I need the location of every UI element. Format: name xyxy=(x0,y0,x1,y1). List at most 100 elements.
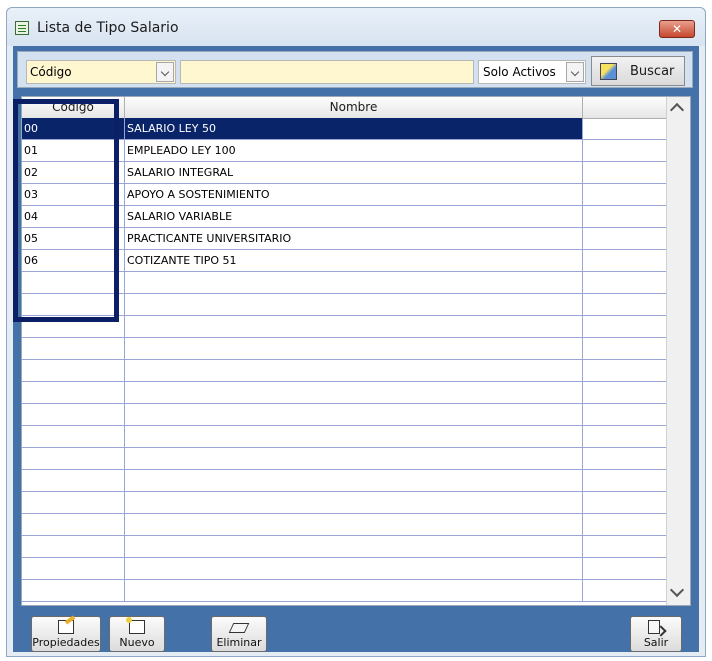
scroll-up-icon[interactable] xyxy=(669,102,685,118)
nuevo-button[interactable]: Nuevo xyxy=(109,616,165,652)
cell-extra[interactable] xyxy=(583,448,667,470)
cell-codigo[interactable] xyxy=(22,492,125,514)
table-row[interactable] xyxy=(22,272,667,294)
cell-nombre[interactable]: APOYO A SOSTENIMIENTO xyxy=(125,184,583,206)
cell-extra[interactable] xyxy=(583,338,667,360)
cell-codigo[interactable] xyxy=(22,338,125,360)
cell-nombre[interactable] xyxy=(125,536,583,558)
cell-nombre[interactable]: COTIZANTE TIPO 51 xyxy=(125,250,583,272)
cell-nombre[interactable] xyxy=(125,470,583,492)
cell-extra[interactable] xyxy=(583,184,667,206)
table-row[interactable]: 00 SALARIO LEY 50 xyxy=(22,118,667,140)
cell-codigo[interactable]: 01 xyxy=(22,140,125,162)
cell-codigo[interactable] xyxy=(22,382,125,404)
cell-nombre[interactable] xyxy=(125,272,583,294)
cell-extra[interactable] xyxy=(583,118,667,140)
search-input[interactable] xyxy=(180,60,474,84)
cell-nombre[interactable] xyxy=(125,580,583,602)
cell-nombre[interactable] xyxy=(125,514,583,536)
vertical-scrollbar[interactable] xyxy=(666,97,690,605)
cell-nombre[interactable] xyxy=(125,492,583,514)
cell-codigo[interactable]: 04 xyxy=(22,206,125,228)
cell-nombre[interactable] xyxy=(125,316,583,338)
cell-nombre[interactable] xyxy=(125,448,583,470)
cell-codigo[interactable] xyxy=(22,426,125,448)
cell-codigo[interactable] xyxy=(22,536,125,558)
cell-codigo[interactable] xyxy=(22,580,125,602)
cell-extra[interactable] xyxy=(583,250,667,272)
cell-extra[interactable] xyxy=(583,514,667,536)
table-row[interactable] xyxy=(22,426,667,448)
cell-codigo[interactable] xyxy=(22,294,125,316)
cell-extra[interactable] xyxy=(583,162,667,184)
table-row[interactable] xyxy=(22,316,667,338)
status-select[interactable]: Solo Activos xyxy=(478,60,586,84)
cell-codigo[interactable] xyxy=(22,360,125,382)
table-row[interactable] xyxy=(22,514,667,536)
table-row[interactable]: 01 EMPLEADO LEY 100 xyxy=(22,140,667,162)
cell-codigo[interactable]: 03 xyxy=(22,184,125,206)
column-header-extra[interactable] xyxy=(583,97,667,118)
table-row[interactable] xyxy=(22,448,667,470)
cell-extra[interactable] xyxy=(583,228,667,250)
column-header-nombre[interactable]: Nombre xyxy=(125,97,583,118)
table-row[interactable]: 04 SALARIO VARIABLE xyxy=(22,206,667,228)
cell-nombre[interactable] xyxy=(125,338,583,360)
cell-extra[interactable] xyxy=(583,294,667,316)
cell-codigo[interactable] xyxy=(22,448,125,470)
cell-extra[interactable] xyxy=(583,536,667,558)
table-row[interactable] xyxy=(22,492,667,514)
cell-codigo[interactable]: 05 xyxy=(22,228,125,250)
cell-extra[interactable] xyxy=(583,272,667,294)
table-row[interactable] xyxy=(22,338,667,360)
chevron-down-icon[interactable] xyxy=(156,62,174,82)
table-row[interactable]: 06 COTIZANTE TIPO 51 xyxy=(22,250,667,272)
cell-extra[interactable] xyxy=(583,426,667,448)
cell-codigo[interactable] xyxy=(22,470,125,492)
cell-nombre[interactable]: SALARIO LEY 50 xyxy=(125,118,583,140)
cell-nombre[interactable] xyxy=(125,382,583,404)
chevron-down-icon[interactable] xyxy=(566,62,584,82)
cell-codigo[interactable] xyxy=(22,558,125,580)
cell-extra[interactable] xyxy=(583,492,667,514)
buscar-button[interactable]: Buscar xyxy=(591,56,685,86)
table-row[interactable] xyxy=(22,558,667,580)
eliminar-button[interactable]: Eliminar xyxy=(211,616,267,652)
cell-extra[interactable] xyxy=(583,206,667,228)
cell-extra[interactable] xyxy=(583,580,667,602)
cell-nombre[interactable]: SALARIO VARIABLE xyxy=(125,206,583,228)
cell-nombre[interactable] xyxy=(125,360,583,382)
field-select[interactable]: Código xyxy=(26,60,176,84)
table-row[interactable] xyxy=(22,382,667,404)
cell-codigo[interactable] xyxy=(22,272,125,294)
cell-codigo[interactable] xyxy=(22,316,125,338)
cell-extra[interactable] xyxy=(583,404,667,426)
cell-extra[interactable] xyxy=(583,558,667,580)
cell-nombre[interactable] xyxy=(125,294,583,316)
cell-extra[interactable] xyxy=(583,140,667,162)
propiedades-button[interactable]: Propiedades xyxy=(31,616,101,652)
table-row[interactable] xyxy=(22,536,667,558)
table-row[interactable]: 02 SALARIO INTEGRAL xyxy=(22,162,667,184)
cell-nombre[interactable] xyxy=(125,404,583,426)
table-row[interactable] xyxy=(22,404,667,426)
table-row[interactable] xyxy=(22,360,667,382)
table-row[interactable]: 03 APOYO A SOSTENIMIENTO xyxy=(22,184,667,206)
table-row[interactable] xyxy=(22,470,667,492)
cell-nombre[interactable] xyxy=(125,558,583,580)
cell-nombre[interactable]: SALARIO INTEGRAL xyxy=(125,162,583,184)
table-row[interactable] xyxy=(22,294,667,316)
table-row[interactable]: 05 PRACTICANTE UNIVERSITARIO xyxy=(22,228,667,250)
cell-extra[interactable] xyxy=(583,470,667,492)
cell-nombre[interactable] xyxy=(125,426,583,448)
cell-extra[interactable] xyxy=(583,316,667,338)
title-bar[interactable]: Lista de Tipo Salario ✕ xyxy=(7,8,705,46)
cell-extra[interactable] xyxy=(583,382,667,404)
cell-codigo[interactable]: 02 xyxy=(22,162,125,184)
cell-codigo[interactable]: 06 xyxy=(22,250,125,272)
salir-button[interactable]: Salir xyxy=(630,616,682,652)
table-row[interactable] xyxy=(22,580,667,602)
cell-codigo[interactable] xyxy=(22,514,125,536)
cell-codigo[interactable]: 00 xyxy=(22,118,125,140)
cell-extra[interactable] xyxy=(583,360,667,382)
